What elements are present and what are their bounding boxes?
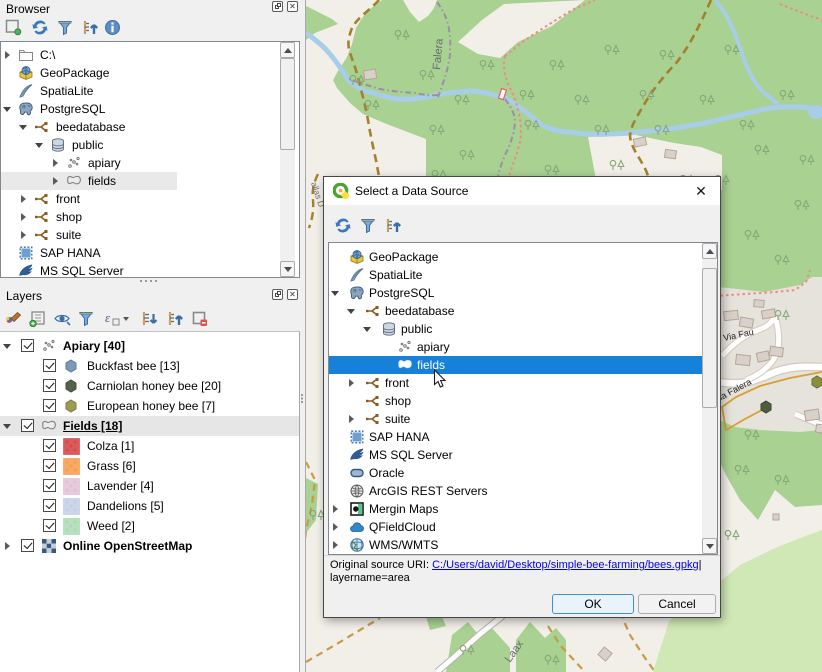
svg-text:ε: ε xyxy=(105,310,111,325)
